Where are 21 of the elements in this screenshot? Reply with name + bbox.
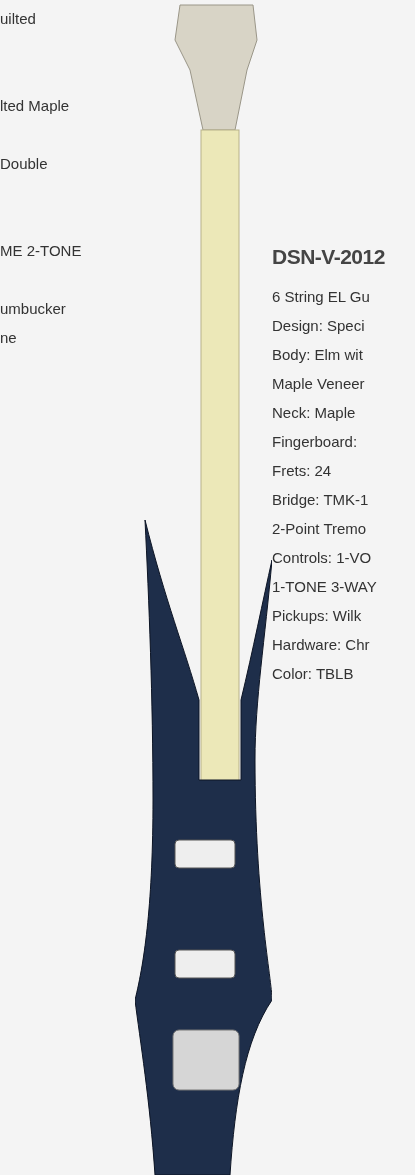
spec-text: umbucker — [0, 299, 66, 319]
spec-text: Hardware: Chr — [272, 635, 370, 655]
spec-text: Neck: Maple — [272, 403, 356, 423]
spec-text: 1-TONE 3-WAY — [272, 577, 377, 597]
spec-text: ne — [0, 328, 17, 348]
spec-text: Maple Veneer — [272, 374, 365, 394]
spec-text: Pickups: Wilk — [272, 606, 362, 626]
spec-text: Double — [0, 154, 48, 174]
spec-text: ME 2-TONE — [0, 241, 82, 261]
spec-text: Fingerboard: — [272, 432, 358, 452]
spec-text: Design: Speci — [272, 316, 365, 336]
product-title: DSN-V-2012 — [272, 244, 385, 270]
spec-text: Bridge: TMK-1 — [272, 490, 369, 510]
spec-text: uilted — [0, 9, 36, 29]
spec-text: Frets: 24 — [272, 461, 332, 481]
spec-text: Color: TBLB — [272, 664, 354, 684]
spec-text: Controls: 1-VO — [272, 548, 372, 568]
spec-text: Body: Elm wit — [272, 345, 363, 365]
spec-text: 6 String EL Gu — [272, 287, 370, 307]
spec-text: lted Maple — [0, 96, 70, 116]
spec-text: 2-Point Tremo — [272, 519, 367, 539]
